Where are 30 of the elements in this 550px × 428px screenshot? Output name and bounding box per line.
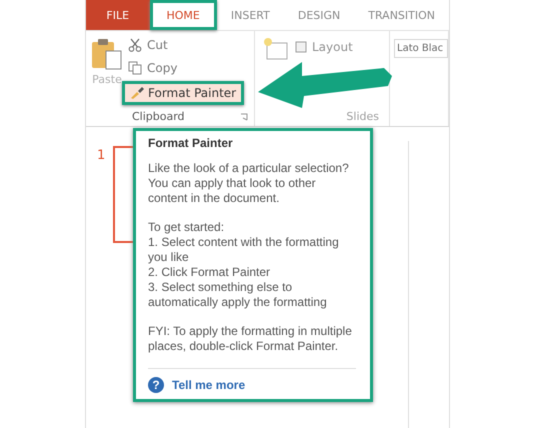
group-label: Slides xyxy=(346,110,379,123)
tooltip-text: FYI: To apply the formatting in multiple places, double-click Format Painter. xyxy=(148,324,353,354)
tooltip-title: Format Painter xyxy=(148,136,234,151)
tab[interactable]: TRANSITION xyxy=(354,0,449,30)
format-painter-button[interactable]: Format Painter xyxy=(122,81,244,105)
tab[interactable]: INSERT xyxy=(216,0,284,30)
tell-me-more-link[interactable]: Tell me more xyxy=(172,378,246,392)
slide-number: 1 xyxy=(97,148,106,163)
arrow-icon xyxy=(256,60,394,110)
group-label: Clipboard xyxy=(132,110,185,123)
tooltip-text: Like the look of a particular selection? You can apply that look to other content in the document. xyxy=(148,161,350,206)
step-text: 2. Click Format Painter xyxy=(148,265,272,280)
clipboard-icon[interactable] xyxy=(90,37,124,71)
dialog-launcher-icon[interactable] xyxy=(240,112,248,120)
tooltip-text: To get started: xyxy=(148,220,226,235)
layout-label[interactable]: Layout xyxy=(312,40,353,54)
tab[interactable]: DESIGN xyxy=(284,0,354,30)
scissors-icon[interactable] xyxy=(128,38,142,52)
tab[interactable]: HOME xyxy=(150,0,217,30)
file-tab[interactable]: FILE xyxy=(86,0,150,30)
step-text: 3. Select something else to automatically apply the formatting xyxy=(148,280,328,310)
copy-icon[interactable] xyxy=(128,61,142,75)
font-name-field[interactable]: Lato Blac xyxy=(394,39,448,58)
cut-label[interactable]: Cut xyxy=(147,38,168,52)
new-slide-icon[interactable] xyxy=(263,37,289,61)
step-text: 1. Select content with the formatting you like xyxy=(148,235,340,265)
layout-icon[interactable] xyxy=(295,41,307,53)
copy-label[interactable]: Copy xyxy=(147,61,178,75)
help-icon: ? xyxy=(148,377,164,393)
paintbrush-icon xyxy=(130,86,144,100)
